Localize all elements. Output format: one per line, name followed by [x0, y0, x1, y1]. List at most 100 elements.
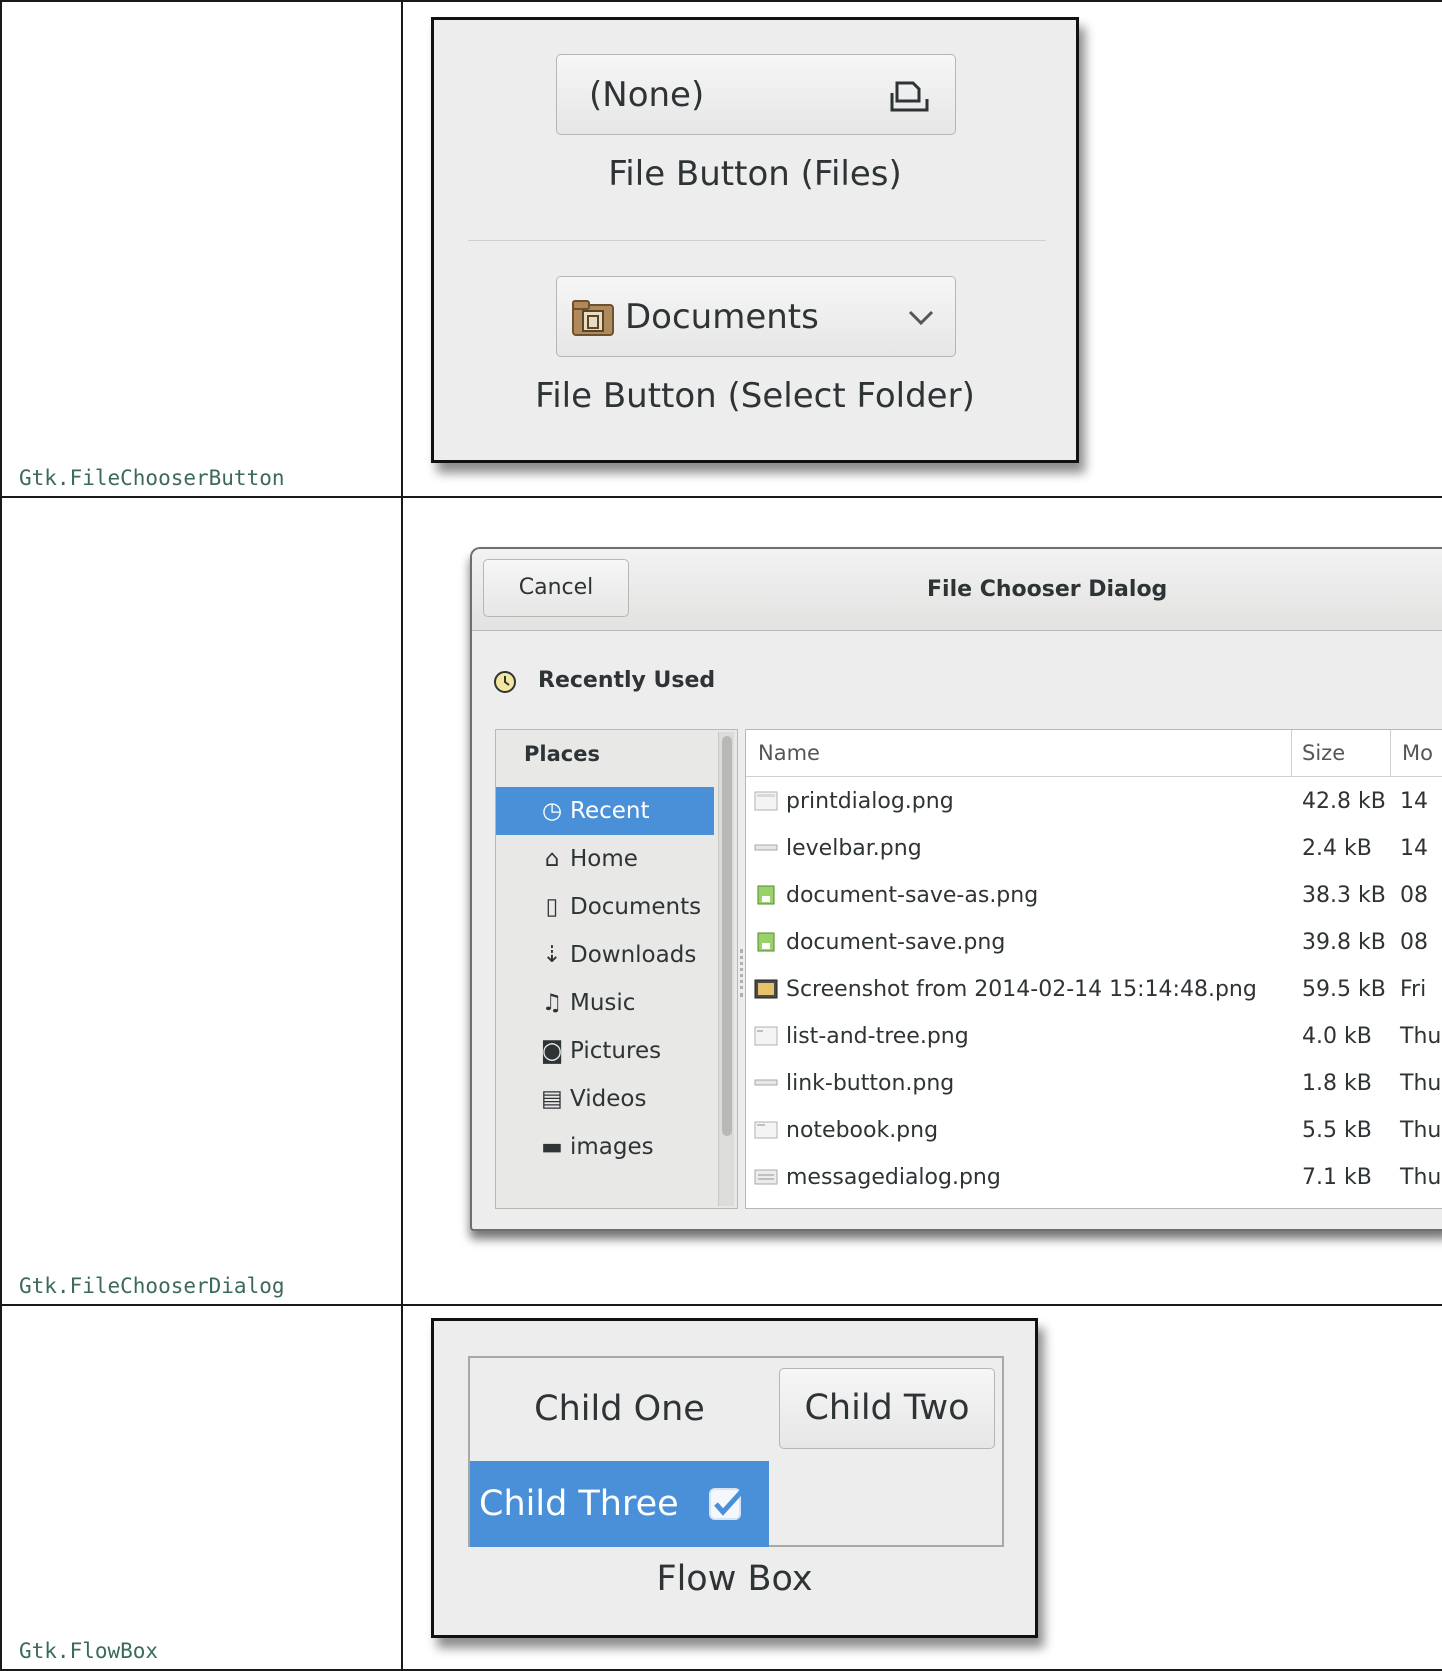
- file-size: 5.5 kB: [1302, 1118, 1372, 1143]
- scrollbar-thumb[interactable]: [722, 736, 732, 1136]
- file-name: notebook.png: [786, 1118, 939, 1143]
- file-name: link-button.png: [786, 1071, 955, 1096]
- file-modified: Thu: [1400, 1118, 1442, 1143]
- sidebar-item-label: Music: [570, 990, 636, 1016]
- file-chooser-button-screenshot: (None) File Button (Files) Documents Fil…: [431, 17, 1079, 463]
- file-button-files-value: (None): [589, 75, 705, 115]
- row-label-filechooserbutton: Gtk.FileChooserButton: [19, 466, 285, 490]
- file-size: 4.0 kB: [1302, 1024, 1372, 1049]
- sidebar-item-music[interactable]: ♫ Music: [496, 979, 714, 1027]
- file-name: Screenshot from 2014-02-14 15:14:48.png: [786, 977, 1257, 1002]
- file-row[interactable]: document-save.png 39.8 kB 08: [746, 919, 1442, 966]
- file-chooser-dialog: Cancel File Chooser Dialog Recently Used…: [470, 547, 1442, 1231]
- flowbox-child-three[interactable]: Child Three: [470, 1461, 769, 1547]
- file-modified: Thu: [1400, 1024, 1442, 1049]
- places-header: Places: [524, 742, 600, 766]
- location-label: Recently Used: [538, 668, 716, 693]
- sidebar-item-images[interactable]: ▬ images: [496, 1123, 714, 1171]
- music-icon: ♫: [541, 990, 563, 1016]
- file-row[interactable]: Screenshot from 2014-02-14 15:14:48.png …: [746, 966, 1442, 1013]
- sidebar-item-label: Videos: [570, 1086, 647, 1112]
- file-name: messagedialog.png: [786, 1165, 1001, 1190]
- grid-line: [0, 496, 1442, 498]
- places-scrollbar[interactable]: [718, 732, 734, 1206]
- folder-icon: ▬: [541, 1134, 563, 1160]
- image-file-icon: [754, 1121, 778, 1139]
- image-file-icon: [754, 844, 778, 851]
- separator: [468, 240, 1046, 241]
- flowbox-child-one[interactable]: Child One: [470, 1358, 769, 1461]
- film-icon: ▤: [541, 1086, 563, 1112]
- column-header-name[interactable]: Name: [758, 730, 820, 777]
- image-file-icon: [754, 1026, 778, 1046]
- flowbox-screenshot: Child One Child Two Child Three Flow Box: [431, 1318, 1038, 1638]
- dialog-header-bar: Cancel File Chooser Dialog: [472, 549, 1442, 631]
- sidebar-item-videos[interactable]: ▤ Videos: [496, 1075, 714, 1123]
- sidebar-item-home[interactable]: ⌂ Home: [496, 835, 714, 883]
- sidebar-item-label: images: [570, 1134, 654, 1160]
- file-size: 7.1 kB: [1302, 1165, 1372, 1190]
- flowbox-child-two-button[interactable]: Child Two: [779, 1368, 995, 1449]
- sidebar-item-documents[interactable]: ▯ Documents: [496, 883, 714, 931]
- documents-folder-icon: [572, 300, 614, 336]
- sidebar-item-label: Pictures: [570, 1038, 662, 1064]
- sidebar-item-label: Recent: [570, 798, 650, 824]
- open-document-icon: [890, 81, 929, 112]
- file-size: 38.3 kB: [1302, 883, 1386, 908]
- file-modified: 08: [1400, 883, 1428, 908]
- file-list: Name Size Mo printdialog.png 42.8 kB 14 …: [745, 729, 1442, 1209]
- file-row[interactable]: levelbar.png 2.4 kB 14: [746, 825, 1442, 872]
- file-size: 42.8 kB: [1302, 789, 1386, 814]
- camera-icon: ◙: [540, 1038, 564, 1064]
- sidebar-item-label: Home: [570, 846, 638, 872]
- column-header-modified[interactable]: Mo: [1402, 730, 1433, 777]
- file-button-select-folder[interactable]: Documents: [556, 276, 956, 357]
- document-icon: ▯: [545, 894, 559, 920]
- file-name: document-save.png: [786, 930, 1006, 955]
- flowbox-caption: Flow Box: [656, 1559, 813, 1599]
- file-name: levelbar.png: [786, 836, 922, 861]
- column-divider: [1291, 730, 1292, 777]
- image-file-icon: [757, 932, 775, 952]
- recent-clock-icon: [494, 671, 516, 693]
- file-modified: Fri: [1400, 977, 1427, 1002]
- image-file-icon: [754, 1079, 778, 1086]
- file-modified: Thu: [1400, 1071, 1442, 1096]
- sidebar-item-recent[interactable]: ◷ Recent: [496, 787, 714, 835]
- home-icon: ⌂: [544, 846, 560, 872]
- file-modified: 14: [1400, 836, 1428, 861]
- column-divider: [1390, 730, 1391, 777]
- cancel-button[interactable]: Cancel: [483, 559, 629, 617]
- flowbox-child-three-label: Child Three: [479, 1484, 679, 1524]
- file-name: printdialog.png: [786, 789, 954, 814]
- file-row[interactable]: messagedialog.png 7.1 kB Thu: [746, 1154, 1442, 1201]
- file-modified: Thu: [1400, 1165, 1442, 1190]
- file-row[interactable]: link-button.png 1.8 kB Thu: [746, 1060, 1442, 1107]
- file-size: 1.8 kB: [1302, 1071, 1372, 1096]
- file-row[interactable]: notebook.png 5.5 kB Thu: [746, 1107, 1442, 1154]
- sidebar-item-downloads[interactable]: ⇣ Downloads: [496, 931, 714, 979]
- image-file-icon: [754, 791, 778, 811]
- image-file-icon: [754, 1169, 778, 1185]
- sidebar-item-pictures[interactable]: ◙ Pictures: [496, 1027, 714, 1075]
- pane-resize-handle[interactable]: [740, 949, 743, 997]
- column-header-size[interactable]: Size: [1302, 730, 1345, 777]
- image-file-icon: [754, 979, 778, 999]
- file-size: 2.4 kB: [1302, 836, 1372, 861]
- row-label-filechooserdialog: Gtk.FileChooserDialog: [19, 1274, 285, 1298]
- file-button-files[interactable]: (None): [556, 54, 956, 135]
- clock-icon: ◷: [541, 798, 563, 824]
- checkbox-checked-icon[interactable]: [708, 1485, 746, 1523]
- grid-line: [0, 0, 1442, 2]
- file-row[interactable]: document-save-as.png 38.3 kB 08: [746, 872, 1442, 919]
- grid-line: [0, 0, 2, 1671]
- file-row[interactable]: list-and-tree.png 4.0 kB Thu: [746, 1013, 1442, 1060]
- download-icon: ⇣: [542, 942, 562, 968]
- chevron-down-icon: [908, 310, 934, 326]
- sidebar-item-label: Documents: [570, 894, 702, 920]
- flowbox: Child One Child Two Child Three: [468, 1356, 1004, 1547]
- file-row[interactable]: printdialog.png 42.8 kB 14: [746, 778, 1442, 825]
- file-button-files-caption: File Button (Files): [608, 154, 902, 194]
- grid-line: [401, 0, 403, 1671]
- dialog-title: File Chooser Dialog: [927, 577, 1168, 602]
